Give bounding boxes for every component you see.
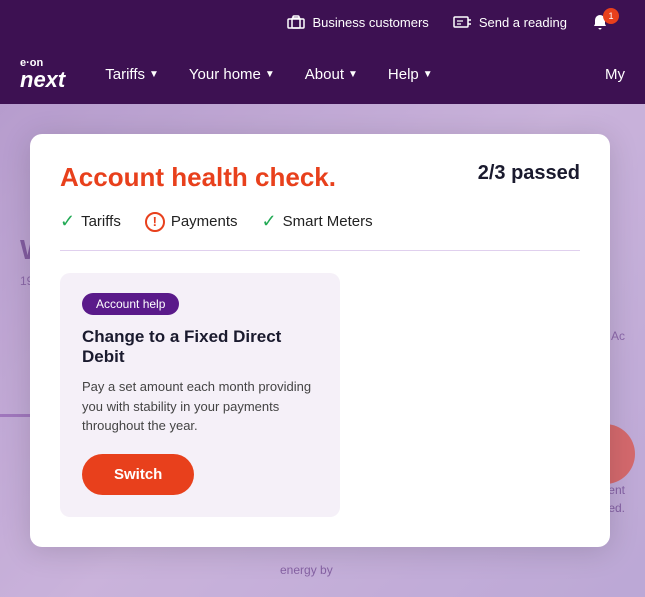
nav-help-chevron: ▼ (423, 69, 433, 80)
nav-help-label: Help (388, 66, 419, 83)
briefcase-icon (286, 12, 306, 32)
check-payments-label: Payments (171, 213, 238, 230)
check-smart-meters-label: Smart Meters (283, 213, 373, 230)
check-smart-meters: ✓ Smart Meters (262, 211, 373, 232)
nav-tariffs-label: Tariffs (105, 66, 145, 83)
modal-checks: ✓ Tariffs ! Payments ✓ Smart Meters (60, 211, 580, 251)
account-help-card: Account help Change to a Fixed Direct De… (60, 273, 340, 517)
health-check-modal: Account health check. 2/3 passed ✓ Tarif… (30, 134, 610, 547)
nav-my[interactable]: My (605, 66, 625, 83)
check-payments-icon: ! (145, 212, 165, 232)
nav-about[interactable]: About ▼ (305, 66, 358, 83)
nav-about-label: About (305, 66, 344, 83)
top-bar: Business customers Send a reading 1 (0, 0, 645, 44)
nav-help[interactable]: Help ▼ (388, 66, 433, 83)
nav-tariffs[interactable]: Tariffs ▼ (105, 66, 159, 83)
business-customers-link[interactable]: Business customers (286, 12, 428, 32)
notification-bell[interactable]: 1 (591, 13, 625, 31)
nav-your-home-label: Your home (189, 66, 261, 83)
inner-card-title: Change to a Fixed Direct Debit (82, 327, 318, 367)
notification-count: 1 (603, 8, 619, 24)
inner-card-description: Pay a set amount each month providing yo… (82, 377, 318, 436)
nav-tariffs-chevron: ▼ (149, 69, 159, 80)
meter-icon (453, 12, 473, 32)
check-tariffs: ✓ Tariffs (60, 211, 121, 232)
switch-button[interactable]: Switch (82, 454, 194, 495)
check-smart-meters-icon: ✓ (262, 211, 277, 232)
modal-title: Account health check. (60, 162, 336, 193)
modal-header: Account health check. 2/3 passed (60, 162, 580, 193)
send-reading-label: Send a reading (479, 15, 567, 30)
nav-your-home-chevron: ▼ (265, 69, 275, 80)
check-tariffs-icon: ✓ (60, 211, 75, 232)
logo[interactable]: e·on next (20, 58, 65, 91)
modal-score: 2/3 passed (478, 162, 580, 185)
account-help-badge: Account help (82, 293, 179, 315)
nav-your-home[interactable]: Your home ▼ (189, 66, 275, 83)
nav-my-label: My (605, 66, 625, 83)
check-payments: ! Payments (145, 211, 238, 232)
check-tariffs-label: Tariffs (81, 213, 121, 230)
business-customers-label: Business customers (312, 15, 428, 30)
logo-next-text: next (20, 69, 65, 91)
send-reading-link[interactable]: Send a reading (453, 12, 567, 32)
nav-bar: e·on next Tariffs ▼ Your home ▼ About ▼ … (0, 44, 645, 104)
nav-about-chevron: ▼ (348, 69, 358, 80)
